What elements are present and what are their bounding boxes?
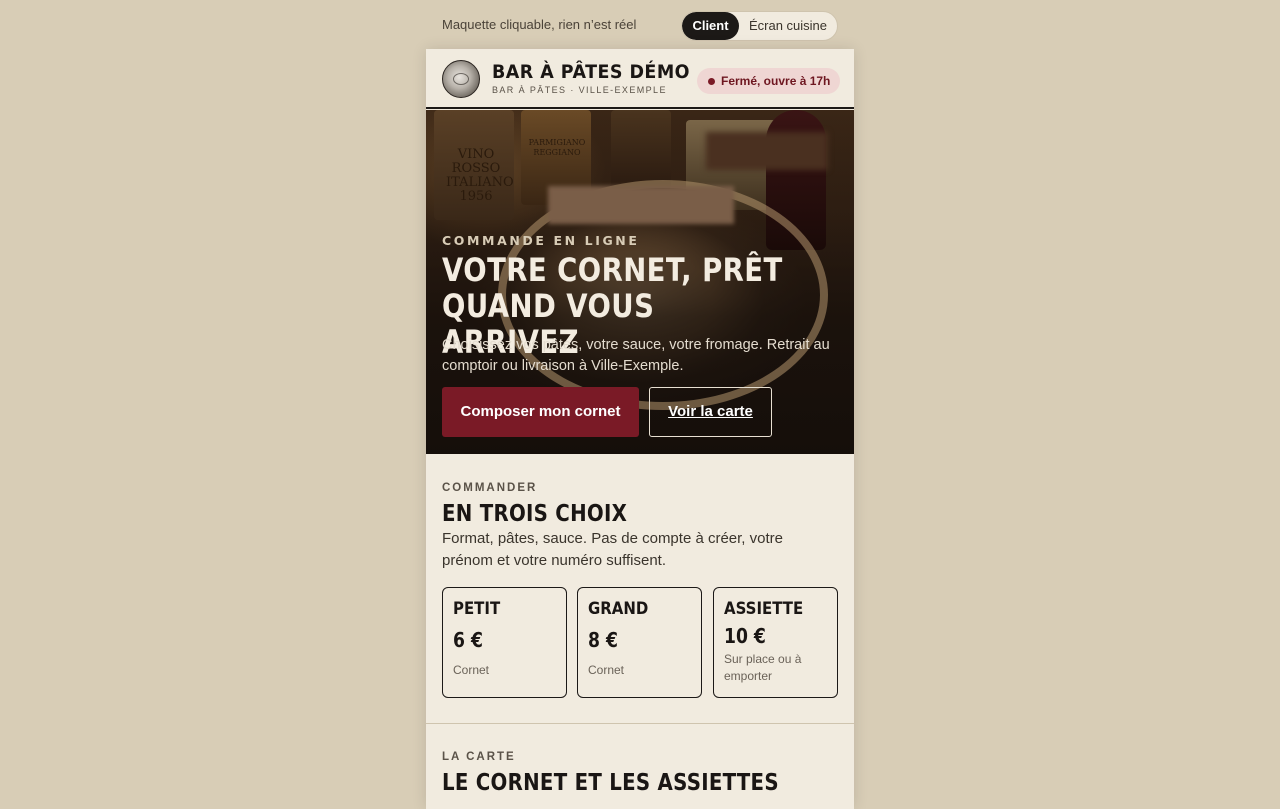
format-card-assiette[interactable]: ASSIETTE 10 € Sur place ou à emporter	[713, 587, 838, 698]
compose-cornet-button[interactable]: Composer mon cornet	[442, 387, 639, 437]
status-text: Fermé, ouvre à 17h	[721, 74, 831, 88]
hero-description: Choisissez vos pâtes, votre sauce, votre…	[442, 337, 830, 374]
view-toggle: Client Écran cuisine	[681, 11, 838, 41]
status-dot-icon	[708, 78, 715, 85]
logo-icon[interactable]	[442, 60, 480, 98]
hero-image-blurred-area	[706, 132, 828, 170]
hero-kicker: COMMANDE EN LIGNE	[442, 233, 640, 248]
hero-image-blurred-area	[548, 186, 734, 224]
site-header: BAR À PÂTES DÉMO BAR À PÂTES · VILLE-EXE…	[426, 49, 854, 109]
brand-subtitle: BAR À PÂTES · VILLE-EXEMPLE	[492, 85, 667, 95]
order-title: EN TROIS CHOIX	[442, 501, 628, 527]
format-price: 8 €	[588, 628, 618, 652]
toggle-client[interactable]: Client	[682, 12, 739, 40]
status-badge: Fermé, ouvre à 17h	[697, 68, 841, 94]
hero-image-bottle	[611, 110, 671, 190]
format-price: 10 €	[724, 624, 766, 648]
app-frame: BAR À PÂTES DÉMO BAR À PÂTES · VILLE-EXE…	[426, 49, 854, 809]
format-name: GRAND	[588, 599, 649, 619]
order-description: Format, pâtes, sauce. Pas de compte à cr…	[442, 530, 783, 569]
hero-image-label-cheese: PARMIGIANO REGGIANO	[528, 138, 586, 157]
format-note: Cornet	[588, 663, 625, 677]
format-price: 6 €	[453, 628, 483, 652]
format-name: PETIT	[453, 599, 501, 619]
view-menu-button[interactable]: Voir la carte	[649, 387, 772, 437]
hero-image-label-wine: VINO ROSSO ITALIANO 1956	[446, 147, 514, 204]
format-card-grand[interactable]: GRAND 8 € Cornet	[577, 587, 702, 698]
order-kicker: COMMANDER	[442, 482, 538, 494]
brand-name[interactable]: BAR À PÂTES DÉMO	[492, 61, 690, 83]
menu-title: LE CORNET ET LES ASSIETTES	[442, 770, 779, 796]
toggle-kitchen-screen[interactable]: Écran cuisine	[739, 12, 837, 40]
hero-banner: VINO ROSSO ITALIANO 1956 PARMIGIANO REGG…	[426, 110, 854, 454]
format-name: ASSIETTE	[724, 599, 804, 619]
demo-topbar: Maquette cliquable, rien n’est réel Clie…	[0, 0, 1280, 50]
menu-kicker: LA CARTE	[442, 751, 516, 763]
demo-note: Maquette cliquable, rien n’est réel	[442, 17, 637, 32]
format-card-petit[interactable]: PETIT 6 € Cornet	[442, 587, 567, 698]
section-divider	[426, 723, 854, 724]
format-note: Cornet	[453, 663, 490, 677]
format-note: Sur place ou à emporter	[724, 652, 802, 683]
